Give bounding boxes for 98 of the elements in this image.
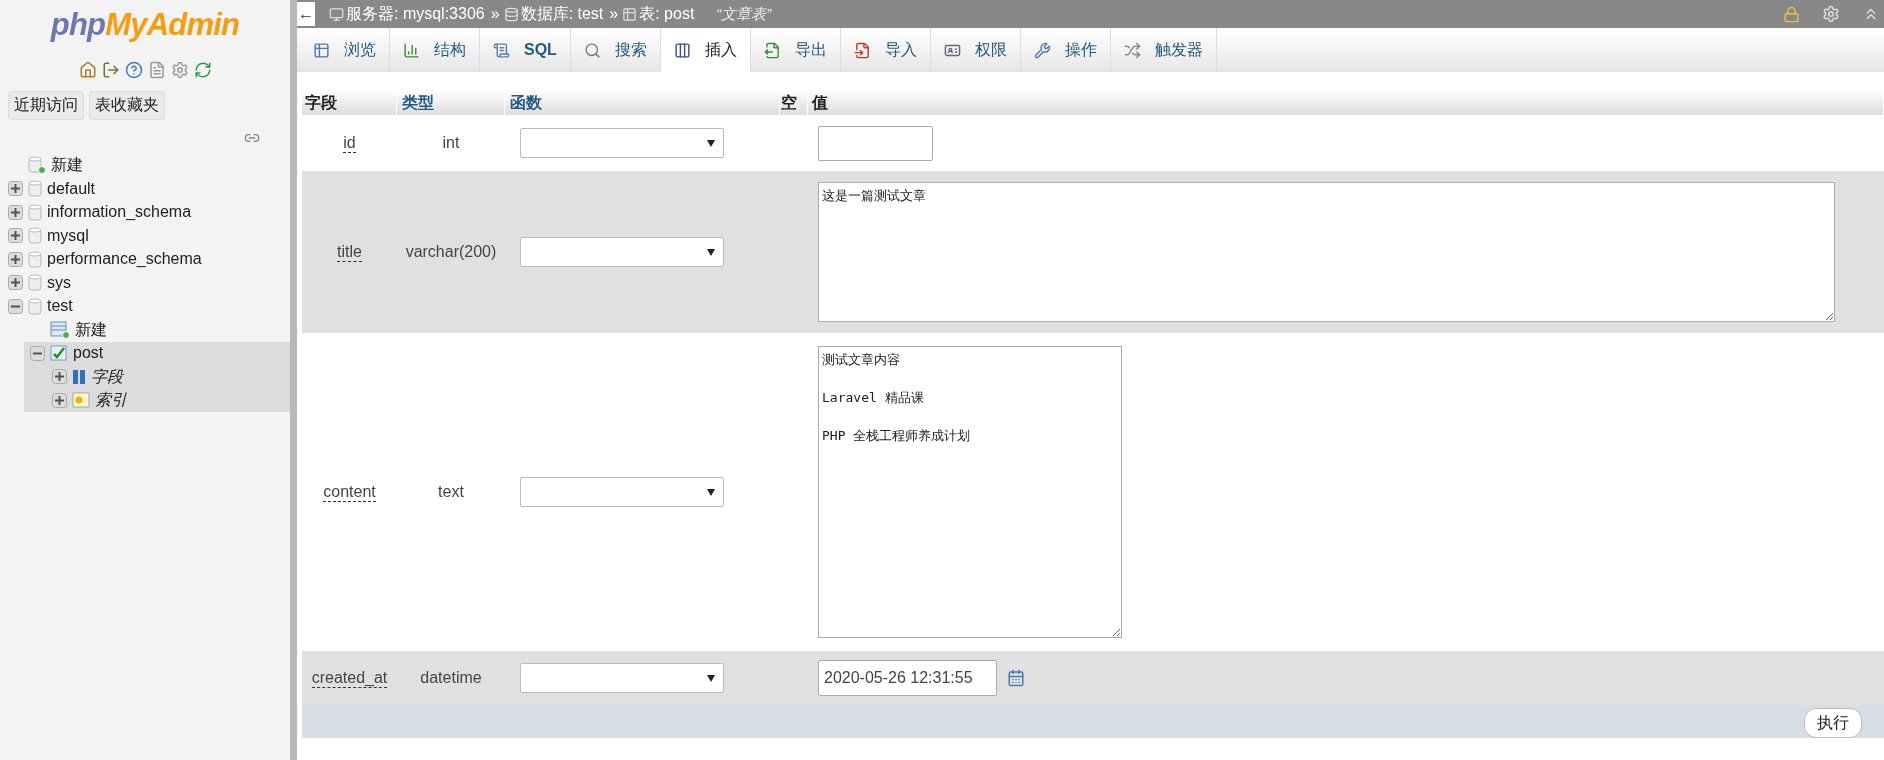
function-select[interactable] <box>520 128 724 158</box>
tree-item[interactable]: post <box>73 341 104 366</box>
database-icon <box>503 6 519 22</box>
field-type: varchar(200) <box>404 242 498 262</box>
value-textarea[interactable]: 测试文章内容 Laravel 精品课 PHP 全栈工程师养成计划 <box>818 346 1122 638</box>
tab[interactable]: 结构 <box>390 28 480 72</box>
column-header: 值 <box>808 90 1884 115</box>
tree-item[interactable]: 字段 <box>91 364 123 389</box>
tab[interactable]: 导入 <box>840 28 931 72</box>
tree-item[interactable]: mysql <box>47 223 89 248</box>
tab[interactable]: 触发器 <box>1110 28 1217 72</box>
breadcrumb-separator: » <box>490 4 500 24</box>
tab[interactable]: 浏览 <box>300 28 390 72</box>
datetime-input[interactable]: 2020-05-26 12:31:55 <box>818 660 997 696</box>
expand-icon[interactable] <box>8 251 23 267</box>
field-name: title <box>337 242 362 262</box>
new-database-icon <box>28 156 46 175</box>
tree-item[interactable]: 索引 <box>95 388 127 413</box>
document-icon <box>493 41 510 59</box>
table-check-icon <box>50 344 68 363</box>
dropdown-arrow-icon <box>707 139 715 147</box>
refresh-icon[interactable] <box>193 60 212 79</box>
database-icon <box>28 203 42 221</box>
submit-button[interactable]: 执行 <box>1804 707 1862 738</box>
table-icon <box>622 6 638 22</box>
index-icon <box>72 392 90 409</box>
breadcrumb-link[interactable]: 表: post <box>639 2 695 26</box>
tab[interactable]: 搜索 <box>570 28 661 72</box>
exit-icon[interactable] <box>101 60 120 79</box>
back-button[interactable]: ← <box>297 2 315 26</box>
settings-icon[interactable] <box>1822 5 1840 23</box>
breadcrumb-separator: » <box>609 4 619 24</box>
tab[interactable]: 插入 <box>660 28 751 72</box>
sidebar-button[interactable]: 表收藏夹 <box>89 90 165 120</box>
database-icon <box>28 227 42 245</box>
field-type: text <box>437 482 465 502</box>
collapse-icon[interactable] <box>30 345 45 361</box>
field-name: created_at <box>311 668 388 688</box>
tab[interactable]: 权限 <box>930 28 1021 72</box>
shuffle-icon <box>1123 41 1141 59</box>
tree-item[interactable]: performance_schema <box>47 247 202 272</box>
function-select[interactable] <box>520 237 724 267</box>
value-textarea[interactable]: 这是一篇测试文章 <box>818 182 1835 322</box>
monitor-icon <box>329 6 344 22</box>
tab[interactable]: SQL <box>480 28 571 72</box>
tree-item[interactable]: information_schema <box>47 200 192 225</box>
database-icon <box>28 180 42 198</box>
expand-icon[interactable] <box>8 204 23 220</box>
help-icon[interactable] <box>124 60 143 79</box>
home-icon[interactable] <box>78 60 97 79</box>
value-input[interactable] <box>818 125 933 161</box>
settings-icon[interactable] <box>170 60 189 79</box>
tree-item[interactable]: sys <box>47 270 71 295</box>
breadcrumb-link[interactable]: 服务器: mysql:3306 <box>346 2 485 26</box>
import-icon <box>853 41 871 59</box>
database-icon <box>28 274 42 292</box>
export-icon <box>763 41 781 59</box>
function-select[interactable] <box>520 477 724 507</box>
expand-icon[interactable] <box>8 275 23 291</box>
columns-icon <box>72 368 86 385</box>
logo[interactable]: phpMyAdmin <box>0 0 290 49</box>
collapse-icon[interactable] <box>8 298 23 314</box>
breadcrumb-link[interactable]: 数据库: test <box>520 2 604 26</box>
expand-icon[interactable] <box>8 181 23 197</box>
table-icon <box>313 41 330 59</box>
expand-icon[interactable] <box>52 392 67 408</box>
table-comment: “文章表” <box>716 3 772 24</box>
function-select[interactable] <box>520 663 724 693</box>
wrench-icon <box>1033 41 1051 59</box>
new-table-icon <box>50 320 70 339</box>
column-header[interactable]: 函数 <box>505 90 780 115</box>
dropdown-arrow-icon <box>707 674 715 682</box>
database-icon <box>28 250 42 268</box>
field-name: content <box>323 482 376 502</box>
column-header: 空 <box>780 90 808 115</box>
document-icon[interactable] <box>147 60 166 79</box>
field-type: int <box>441 133 461 153</box>
column-header[interactable]: 类型 <box>397 90 505 115</box>
tree-item[interactable]: test <box>47 294 73 319</box>
chart-icon <box>403 41 420 59</box>
expand-icon[interactable] <box>52 369 67 385</box>
dropdown-arrow-icon <box>707 488 715 496</box>
expand-icon[interactable] <box>8 228 23 244</box>
calendar-icon[interactable] <box>1007 669 1025 687</box>
columns-icon <box>673 41 691 59</box>
tab[interactable]: 导出 <box>750 28 841 72</box>
lock-icon[interactable] <box>1783 5 1800 23</box>
dropdown-arrow-icon <box>707 248 715 256</box>
tab[interactable]: 操作 <box>1020 28 1111 72</box>
field-type: datetime <box>419 668 483 688</box>
sidebar-button[interactable]: 近期访问 <box>8 90 84 120</box>
tree-item[interactable]: default <box>47 176 96 201</box>
column-header: 字段 <box>302 90 397 115</box>
field-name: id <box>343 133 356 153</box>
tree-item[interactable]: 新建 <box>51 153 83 178</box>
tree-item[interactable]: 新建 <box>75 317 107 342</box>
search-icon <box>583 41 601 59</box>
database-icon <box>28 297 42 315</box>
